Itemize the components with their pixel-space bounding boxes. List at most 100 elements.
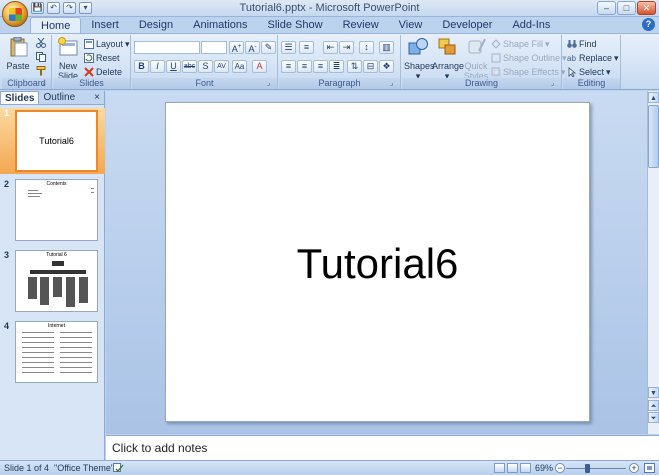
zoom-out-icon[interactable]: − <box>555 463 565 473</box>
zoom-in-icon[interactable]: + <box>629 463 639 473</box>
line-spacing-button[interactable]: ↕ <box>359 41 374 54</box>
layout-button[interactable]: Layout ▾ <box>84 38 130 50</box>
slide-thumbnail-1[interactable]: 1 Tutorial6 <box>0 108 105 174</box>
paste-button[interactable]: Paste <box>4 36 32 71</box>
minimize-button[interactable]: – <box>597 1 616 15</box>
reset-button[interactable]: Reset <box>84 52 120 64</box>
zoom-slider[interactable] <box>566 468 626 469</box>
arrange-button[interactable]: Arrange ▾ <box>432 37 464 81</box>
office-button[interactable] <box>2 1 28 27</box>
tab-add-ins[interactable]: Add-Ins <box>502 17 560 33</box>
zoom-level[interactable]: 69% <box>535 463 553 473</box>
normal-view-button[interactable] <box>494 463 505 473</box>
grow-font-button[interactable]: A+ <box>229 41 244 54</box>
tab-slide-show[interactable]: Slide Show <box>258 17 333 33</box>
slide-sorter-view-button[interactable] <box>507 463 518 473</box>
notes-placeholder[interactable]: Click to add notes <box>112 441 207 455</box>
tab-view[interactable]: View <box>389 17 433 33</box>
align-left-button[interactable]: ≡ <box>281 60 296 73</box>
scroll-up-icon[interactable]: ▲ <box>648 92 659 103</box>
font-size-field[interactable] <box>201 41 227 54</box>
quick-styles-button[interactable]: Quick Styles <box>462 37 490 81</box>
text-direction-button[interactable]: ⇅ <box>347 60 362 73</box>
slide-thumbnail-3[interactable]: 3 Tutorial 6 <box>0 250 105 316</box>
paste-icon <box>10 36 28 57</box>
decrease-indent-button[interactable]: ⇤ <box>323 41 338 54</box>
bullets-button[interactable]: ☰ <box>281 41 296 54</box>
tab-insert[interactable]: Insert <box>81 17 129 33</box>
close-button[interactable]: ✕ <box>637 1 656 15</box>
character-spacing-button[interactable]: AV <box>214 60 229 73</box>
shapes-button[interactable]: Shapes ▾ <box>404 37 435 81</box>
font-launcher-icon[interactable]: ⌟ <box>267 80 275 88</box>
shape-outline-button[interactable]: Shape Outline ▾ <box>491 52 567 64</box>
tab-outline[interactable]: Outline <box>39 91 79 104</box>
align-center-button[interactable]: ≡ <box>297 60 312 73</box>
text-shadow-button[interactable]: S <box>198 60 213 73</box>
svg-text:ab: ab <box>567 54 576 63</box>
tab-slides[interactable]: Slides <box>0 91 40 104</box>
select-button[interactable]: Select ▾ <box>567 66 611 78</box>
font-color-button[interactable]: A <box>252 60 267 73</box>
previous-slide-icon[interactable]: ⏶ <box>648 400 659 411</box>
shape-effects-button[interactable]: Shape Effects ▾ <box>491 66 565 78</box>
fit-slide-icon[interactable] <box>644 463 655 473</box>
cursor-icon <box>568 67 577 77</box>
layout-icon <box>84 39 94 49</box>
scrollbar-thumb[interactable] <box>648 105 659 168</box>
columns-button[interactable]: ▥ <box>379 41 394 54</box>
thumbnail-title: Tutorial6 <box>39 136 74 146</box>
clipboard-group: Paste Clipboard ⌟ <box>2 35 52 89</box>
pane-close-icon[interactable]: × <box>94 91 100 105</box>
tab-animations[interactable]: Animations <box>183 17 257 33</box>
new-slide-button[interactable]: New Slide <box>55 37 81 81</box>
replace-button[interactable]: ab Replace ▾ <box>567 52 619 64</box>
slide-title-placeholder[interactable]: Tutorial6 <box>166 240 589 288</box>
spell-check-icon[interactable] <box>113 463 124 473</box>
strikethrough-button[interactable]: abc <box>182 60 197 73</box>
justify-button[interactable]: ≣ <box>329 60 344 73</box>
font-name-field[interactable] <box>134 41 200 54</box>
current-slide[interactable]: Tutorial6 <box>165 102 590 422</box>
editing-group: Find ab Replace ▾ Select ▾ Editing <box>563 35 621 89</box>
convert-smartart-button[interactable]: ❖ <box>379 60 394 73</box>
clipboard-launcher-icon[interactable]: ⌟ <box>41 80 49 88</box>
numbering-button[interactable]: ≡ <box>299 41 314 54</box>
shrink-font-button[interactable]: A- <box>245 41 260 54</box>
help-icon[interactable]: ? <box>642 18 655 31</box>
increase-indent-button[interactable]: ⇥ <box>339 41 354 54</box>
theme-status[interactable]: "Office Theme" <box>54 463 114 473</box>
new-slide-icon <box>58 37 78 56</box>
find-button[interactable]: Find <box>567 38 597 50</box>
next-slide-icon[interactable]: ⏷ <box>648 412 659 423</box>
slide-show-view-button[interactable] <box>520 463 531 473</box>
italic-button[interactable]: I <box>150 60 165 73</box>
align-right-button[interactable]: ≡ <box>313 60 328 73</box>
tab-review[interactable]: Review <box>333 17 389 33</box>
scroll-down-icon[interactable]: ▼ <box>648 387 659 398</box>
replace-icon: ab <box>567 54 576 63</box>
tab-developer[interactable]: Developer <box>432 17 502 33</box>
align-text-button[interactable]: ⊟ <box>363 60 378 73</box>
slide-thumbnail-2[interactable]: 2 Contents <box>0 179 105 245</box>
notes-pane[interactable]: Click to add notes <box>106 435 659 460</box>
copy-icon[interactable] <box>36 52 46 62</box>
tab-home[interactable]: Home <box>30 17 82 33</box>
clear-formatting-button[interactable]: ✎ <box>261 41 276 54</box>
paragraph-launcher-icon[interactable]: ⌟ <box>390 80 398 88</box>
change-case-button[interactable]: Aa <box>232 60 247 73</box>
drawing-launcher-icon[interactable]: ⌟ <box>551 80 559 88</box>
tab-design[interactable]: Design <box>129 17 183 33</box>
zoom-slider-thumb[interactable] <box>584 464 590 473</box>
delete-button[interactable]: Delete <box>84 66 122 78</box>
format-painter-icon[interactable] <box>36 66 46 76</box>
cut-icon[interactable] <box>36 38 46 48</box>
vertical-scrollbar[interactable]: ▲ ▼ ⏶ ⏷ <box>647 91 659 434</box>
bold-button[interactable]: B <box>134 60 149 73</box>
underline-button[interactable]: U <box>166 60 181 73</box>
shape-fill-button[interactable]: Shape Fill ▾ <box>491 38 550 50</box>
org-chart-graphic <box>28 261 88 307</box>
slide-thumbnail-4[interactable]: 4 Internet <box>0 321 105 387</box>
maximize-button[interactable]: □ <box>617 1 636 15</box>
font-group: A+ A- ✎ B I U abc S AV Aa A Font ⌟ <box>132 35 278 89</box>
